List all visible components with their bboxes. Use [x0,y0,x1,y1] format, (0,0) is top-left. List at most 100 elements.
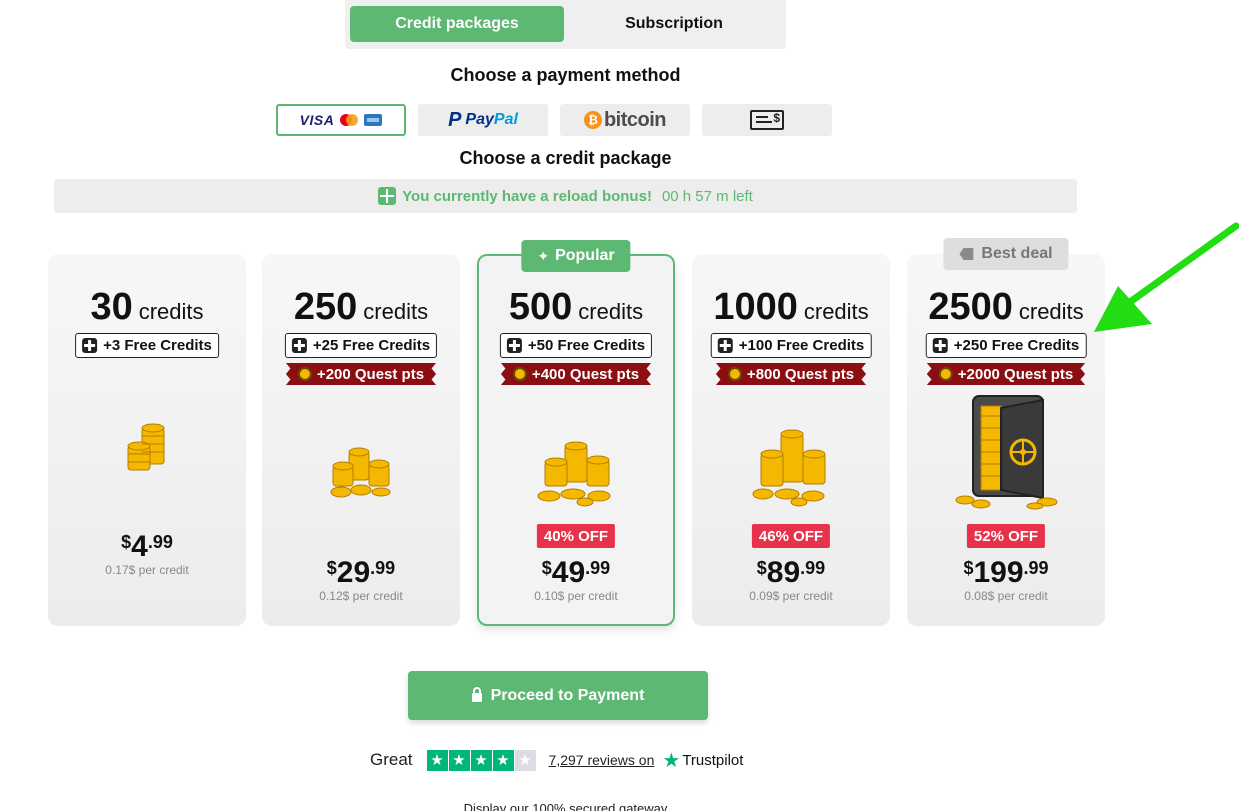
gift-icon [291,338,307,353]
star-icon: ★ [426,749,448,771]
star-icon: ★ [492,749,514,771]
coin-pile-icon [752,429,826,507]
gift-icon [82,338,98,353]
package-credits: 30 credits [48,286,246,329]
trustpilot-star-icon: ★ [662,749,681,772]
price-currency: $ [541,558,552,578]
price-integer: 199 [973,556,1024,589]
paypal-pay: Pay [465,111,494,128]
free-credits-label: +250 Free Credits [953,337,1080,354]
coin-pile-icon [330,447,391,498]
gift-icon [378,187,397,205]
trustpilot-logo: Trustpilot [682,751,744,769]
safe-icon [955,395,1058,510]
credits-unit: credits [138,299,204,324]
price-per-credit: 0.12$ per credit [319,589,403,603]
check-dollar: $ [773,111,780,125]
proceed-label: Proceed to Payment [490,686,645,704]
trustpilot-reviews-link[interactable]: 7,297 reviews on [549,752,655,768]
package-card-250[interactable]: 250 credits +25 Free Credits +200 Quest p… [262,254,460,626]
price-integer: 49 [551,556,586,589]
price-currency: $ [121,532,132,552]
package-credits: 2500 credits [907,286,1105,329]
trustpilot-rating-word: Great [370,750,413,769]
free-credits-label: +3 Free Credits [103,337,212,354]
payment-method-heading: Choose a payment method [450,65,681,85]
credits-amount: 1000 [713,286,798,328]
star-icon: ★ [448,749,470,771]
reload-bonus-bar: You currently have a reload bonus! 00 h … [54,179,1077,213]
badge-label: Popular [555,247,615,264]
payment-method-bitcoin[interactable]: ₿ bitcoin [560,104,690,136]
package-card-1000[interactable]: 1000 credits +100 Free Credits +800 Quest… [692,254,890,626]
package-card-500[interactable]: ✦ Popular 500 credits +50 Free Credits +40… [477,240,675,626]
check-icon: $ [750,110,784,130]
package-credits: 250 credits [262,286,460,329]
credits-unit: credits [363,299,429,324]
quest-points-label: +200 Quest pts [316,365,425,383]
package-credits: 500 credits [479,286,673,329]
visa-logo: VISA [299,112,335,128]
payment-method-card[interactable]: VISA [276,104,406,136]
gift-icon [717,338,733,353]
price-decimal: .99 [800,558,826,578]
price-currency: $ [326,558,337,578]
free-credits-badge: +250 Free Credits [925,333,1087,358]
price-decimal: .99 [370,558,396,578]
quest-points-label: +800 Quest pts [746,365,855,383]
discount-badge: 40% OFF [536,524,616,548]
price-per-credit: 0.09$ per credit [749,589,833,603]
tab-credit-packages[interactable]: Credit packages [350,6,564,42]
star-icon: ★ [514,749,536,771]
free-credits-label: +25 Free Credits [312,337,431,354]
price-currency: $ [963,558,974,578]
free-credits-badge: +100 Free Credits [710,333,872,358]
quest-points-badge: +2000 Quest pts [926,363,1086,385]
mastercard-icon [340,114,359,126]
proceed-to-payment-button[interactable]: Proceed to Payment [408,671,708,720]
gift-icon [506,338,522,353]
payment-method-check[interactable]: $ [702,104,832,136]
secured-gateway-text: Display our 100% secured gateway [463,801,668,811]
tab-subscription[interactable]: Subscription [567,6,781,42]
quest-points-badge: +800 Quest pts [715,363,867,385]
payment-method-paypal[interactable]: P PayPal [418,104,548,136]
badge-label: Best deal [981,245,1053,262]
bitcoin-icon: ₿ [583,111,602,129]
quest-points-badge: +400 Quest pts [500,363,652,385]
bitcoin-logo: bitcoin [603,108,667,131]
lock-icon [471,687,482,702]
popular-badge: ✦ Popular [521,240,631,272]
package-price: $29.99 [262,556,460,590]
quest-icon [727,367,742,381]
paypal-logo: PayPal [465,111,517,129]
free-credits-badge: +50 Free Credits [499,333,653,358]
paypal-icon: P [448,108,462,131]
free-credits-label: +50 Free Credits [527,337,646,354]
price-decimal: .99 [147,532,173,552]
paypal-pal: Pal [493,111,518,128]
coin-pile-icon [537,441,611,507]
quest-points-label: +400 Quest pts [531,365,640,383]
price-per-credit: 0.08$ per credit [964,589,1048,603]
gift-icon [932,338,948,353]
annotation-arrow-icon [1094,222,1239,332]
free-credits-badge: +3 Free Credits [75,333,219,358]
package-credits: 1000 credits [692,286,890,329]
price-per-credit: 0.10$ per credit [534,589,618,603]
tag-icon [959,248,974,260]
package-price: $4.99 [48,530,246,564]
package-type-tabs: Credit packages Subscription [345,0,786,49]
best-deal-badge: Best deal [943,238,1069,270]
reload-bonus-message: You currently have a reload bonus! [402,187,652,205]
credit-package-heading: Choose a credit package [459,148,672,168]
credits-amount: 250 [293,286,358,328]
credits-unit: credits [1018,299,1084,324]
package-card-2500[interactable]: Best deal 2500 credits +250 Free Credits … [907,238,1105,626]
card-icon [364,114,383,126]
package-price: $89.99 [692,556,890,590]
package-card-30[interactable]: 30 credits +3 Free Credits $4.99 0.17$ pe… [48,254,246,626]
quest-icon [297,367,312,381]
price-per-credit: 0.17$ per credit [105,563,189,577]
package-price: $199.99 [907,556,1105,590]
